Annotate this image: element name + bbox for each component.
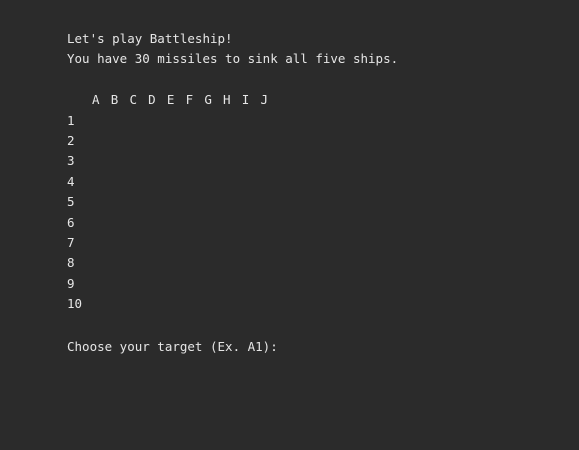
column-label: A xyxy=(92,92,100,107)
row-label: 2 xyxy=(67,133,75,148)
row-label: 7 xyxy=(67,235,75,250)
row-label: 5 xyxy=(67,194,75,209)
intro-line-2: You have 30 missiles to sink all five sh… xyxy=(67,51,399,66)
row-label: 9 xyxy=(67,276,75,291)
column-label: H xyxy=(223,92,231,107)
row-label: 8 xyxy=(67,255,75,270)
row-label: 1 xyxy=(67,113,75,128)
column-label: D xyxy=(148,92,156,107)
row-label: 3 xyxy=(67,153,75,168)
column-label: G xyxy=(204,92,212,107)
board-column-header: A B C D E F G H I J xyxy=(92,92,272,108)
column-label: F xyxy=(185,92,194,107)
console-window[interactable]: Let's play Battleship! You have 30 missi… xyxy=(0,0,579,450)
row-label: 10 xyxy=(67,296,83,311)
target-prompt-label: Choose your target (Ex. A1): xyxy=(67,339,286,354)
target-input[interactable] xyxy=(285,337,293,351)
row-label: 4 xyxy=(67,174,75,189)
column-label: J xyxy=(260,92,268,107)
column-label: E xyxy=(166,92,175,107)
row-label: 6 xyxy=(67,215,75,230)
intro-line-1: Let's play Battleship! xyxy=(67,31,233,46)
column-label: I xyxy=(241,92,250,107)
column-label: C xyxy=(129,92,137,107)
column-label: B xyxy=(110,92,119,107)
target-prompt[interactable]: Choose your target (Ex. A1): xyxy=(67,337,293,355)
